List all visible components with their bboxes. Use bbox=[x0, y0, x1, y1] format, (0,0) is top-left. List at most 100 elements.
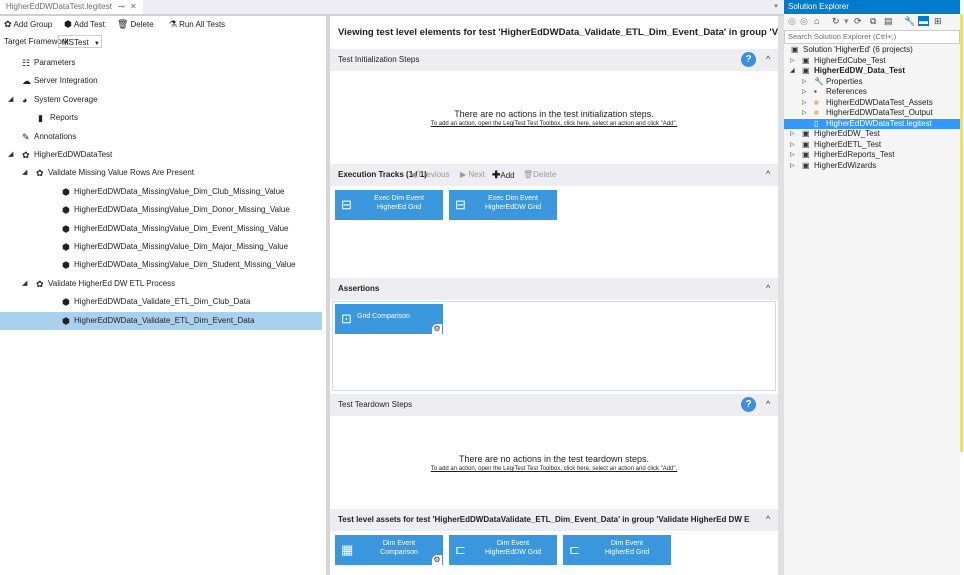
tree-item[interactable]: ◢ ✿ HigherEdDWDataTest bbox=[0, 146, 322, 164]
expand-arrow-icon[interactable]: ◢ bbox=[8, 146, 13, 164]
pin-icon[interactable]: ⊸ bbox=[118, 2, 125, 11]
teardown-empty-message[interactable]: There are no actions in the test teardow… bbox=[330, 454, 778, 472]
tree-item[interactable]: ⬢ HigherEdDWData_MissingValue_Dim_Major_M… bbox=[0, 238, 322, 256]
expand-arrow-icon[interactable]: ▷ bbox=[802, 77, 807, 87]
solution-tree-item[interactable]: ▷ ▣ HigherEdCube_Test bbox=[784, 56, 960, 66]
tree-item[interactable]: ▮ Reports bbox=[0, 109, 322, 127]
previous-button[interactable]: ◀ Previous bbox=[410, 170, 450, 179]
collapse-chevron-icon[interactable]: ^ bbox=[766, 399, 770, 409]
delete-track-button[interactable]: 🗑Delete bbox=[523, 170, 556, 179]
next-button[interactable]: ▶ Next bbox=[460, 170, 485, 179]
expand-arrow-icon[interactable]: ◢ bbox=[790, 66, 795, 76]
gear-icon[interactable]: ⚙ bbox=[432, 555, 442, 565]
back-icon[interactable]: ◎ bbox=[788, 16, 796, 27]
tree-item[interactable]: ⬢ HigherEdDWData_MissingValue_Dim_Donor_M… bbox=[0, 201, 322, 219]
home-icon[interactable]: ⌂ bbox=[814, 16, 819, 26]
tree-item[interactable]: ☁ Server Integration bbox=[0, 72, 322, 90]
tree-item-label: HigherEdDWData_Validate_ETL_Dim_Event_Da… bbox=[74, 315, 255, 325]
solution-tree-item-label: References bbox=[826, 87, 867, 96]
solution-tree-item[interactable]: ▣ Solution 'HigherEd' (6 projects) bbox=[784, 45, 960, 55]
asset-tile[interactable]: ⊏ Dim Event HigherEdDW Grid bbox=[449, 535, 557, 565]
teardown-section-label: Test Teardown Steps bbox=[338, 400, 413, 409]
delete-button[interactable]: 🗑 Delete bbox=[117, 18, 154, 31]
expand-arrow-icon[interactable]: ▷ bbox=[790, 56, 795, 66]
dropdown-icon[interactable]: ▾ bbox=[844, 16, 849, 27]
forward-icon[interactable]: ◎ bbox=[800, 16, 808, 27]
expand-arrow-icon[interactable]: ▷ bbox=[802, 87, 807, 97]
init-empty-link[interactable]: To add an action, open the LegiTest Test… bbox=[330, 121, 778, 127]
solution-tree-item[interactable]: ▷ ▣ HigherEdReports_Test bbox=[784, 150, 960, 160]
solution-tree-item-label: HigherEdDWDataTest_Assets bbox=[826, 97, 933, 107]
tile-label-line1: Dim Event bbox=[610, 540, 644, 547]
tree-item[interactable]: ◢ ✿ Validate Missing Value Rows Are Presen… bbox=[0, 164, 322, 182]
tree-item[interactable]: ◢ ✿ Validate HigherEd DW ETL Process bbox=[0, 275, 322, 293]
solution-tree-item[interactable]: ▷ 🔧 Properties bbox=[784, 77, 960, 87]
expand-arrow-icon[interactable]: ◢ bbox=[8, 91, 13, 109]
tree-item-label: HigherEdDWData_MissingValue_Dim_Event_Mi… bbox=[74, 223, 289, 233]
add-track-button[interactable]: ✚Add bbox=[492, 170, 515, 181]
file-icon: ▯ bbox=[814, 118, 819, 128]
annotations-icon: ✎ bbox=[22, 131, 30, 142]
gear-icon[interactable]: ⚙ bbox=[432, 324, 442, 334]
solution-tree-item[interactable]: ▷ ▪ References bbox=[784, 87, 960, 97]
solution-tree-item[interactable]: ▷ ■ HigherEdDWDataTest_Assets bbox=[784, 98, 960, 108]
help-icon[interactable]: ? bbox=[741, 52, 756, 67]
flask-icon: ⚗ bbox=[169, 19, 178, 29]
tree-item[interactable]: ⬢ HigherEdDWData_MissingValue_Dim_Club_Mi… bbox=[0, 183, 322, 201]
tree-item[interactable]: ⬢ HigherEdDWData_MissingValue_Dim_Student… bbox=[0, 256, 322, 274]
solution-tree-item[interactable]: ▷ ▣ HigherEdWizards bbox=[784, 161, 960, 171]
add-group-button[interactable]: ✿ Add Group bbox=[4, 18, 52, 31]
tree-item[interactable]: ⬢ HigherEdDWData_MissingValue_Dim_Event_M… bbox=[0, 220, 322, 238]
assertion-tile[interactable]: ⊡ Grid Comparison ⚙ bbox=[335, 304, 443, 334]
expand-arrow-icon[interactable]: ▷ bbox=[802, 108, 807, 118]
tab-dropdown-icon[interactable]: ▾ bbox=[770, 0, 782, 14]
solution-tree-item[interactable]: ▷ ▣ HigherEdDW_Test bbox=[784, 129, 960, 139]
solution-search-input[interactable]: Search Solution Explorer (Ctrl+;) bbox=[784, 30, 960, 44]
collapse-chevron-icon[interactable]: ^ bbox=[766, 169, 770, 179]
properties-icon[interactable]: 🔧 bbox=[904, 16, 915, 27]
run-all-tests-label: Run All Tests bbox=[179, 20, 226, 29]
expand-arrow-icon[interactable]: ▷ bbox=[802, 98, 807, 108]
expand-arrow-icon[interactable]: ◢ bbox=[22, 164, 27, 182]
init-empty-message[interactable]: There are no actions in the test initial… bbox=[330, 109, 778, 127]
group-icon: ✿ bbox=[22, 150, 30, 160]
solution-tree-item[interactable]: ▷ ■ HigherEdDWDataTest_Output bbox=[784, 108, 960, 118]
solution-tree-item[interactable]: ▷ ▣ HigherEdETL_Test bbox=[784, 140, 960, 150]
class-diagram-icon[interactable]: ⊞ bbox=[934, 16, 942, 27]
help-icon[interactable]: ? bbox=[741, 397, 756, 412]
solution-tree-item[interactable]: ▯ HigherEdDWDataTest.legitest bbox=[784, 118, 960, 129]
document-tab[interactable]: HigherEdDWDataTest.legitest ⊸ ✕ bbox=[0, 0, 143, 14]
expand-arrow-icon[interactable]: ▷ bbox=[790, 161, 795, 171]
asset-tile[interactable]: ▦ Dim Event Comparison ⚙ bbox=[335, 535, 443, 565]
solution-tree-item[interactable]: ◢ ▣ HigherEdDW_Data_Test bbox=[784, 66, 960, 76]
add-test-button[interactable]: ⬢ Add Test bbox=[64, 18, 105, 31]
tree-item[interactable]: ◢ ◕ System Coverage bbox=[0, 91, 322, 109]
tree-item[interactable]: ⬢ HigherEdDWData_Validate_ETL_Dim_Club_Da… bbox=[0, 293, 322, 311]
show-all-files-icon[interactable]: ▤ bbox=[884, 16, 893, 27]
init-section-header[interactable]: Test Initialization Steps ? ^ bbox=[330, 49, 778, 71]
expand-arrow-icon[interactable]: ▷ bbox=[790, 150, 795, 160]
test-icon: ⬢ bbox=[62, 205, 70, 216]
target-framework-select[interactable]: MSTest ▼ bbox=[58, 35, 102, 48]
collapse-chevron-icon[interactable]: ^ bbox=[766, 283, 770, 293]
tree-item[interactable]: ✎ Annotations bbox=[0, 128, 322, 146]
preview-icon[interactable]: ▬ bbox=[918, 16, 929, 26]
close-icon[interactable]: ✕ bbox=[130, 2, 137, 11]
teardown-empty-link[interactable]: To add an action, open the LegiTest Test… bbox=[330, 466, 778, 472]
tree-item[interactable]: ☷ Parameters bbox=[0, 54, 322, 72]
collapse-chevron-icon[interactable]: ^ bbox=[766, 54, 770, 64]
collapse-all-icon[interactable]: ⧉ bbox=[870, 16, 876, 27]
exec-tile[interactable]: ⊟ Exec Dim Event HigherEd Grid bbox=[335, 190, 443, 220]
sync-icon[interactable]: ↻ bbox=[832, 16, 840, 27]
refresh-icon[interactable]: ⟳ bbox=[854, 16, 862, 27]
tree-item[interactable]: ⬢ HigherEdDWData_Validate_ETL_Dim_Event_D… bbox=[0, 311, 322, 330]
teardown-section-header[interactable]: Test Teardown Steps ? ^ bbox=[330, 394, 778, 416]
expand-arrow-icon[interactable]: ▷ bbox=[790, 129, 795, 139]
expand-arrow-icon[interactable]: ▷ bbox=[790, 140, 795, 150]
run-all-tests-button[interactable]: ⚗ Run All Tests bbox=[169, 18, 225, 31]
expand-arrow-icon[interactable]: ◢ bbox=[22, 275, 27, 293]
exec-tile[interactable]: ⊟ Exec Dim Event HigherEdDW Grid bbox=[449, 190, 557, 220]
group-icon: ✿ bbox=[36, 278, 44, 289]
asset-tile[interactable]: ⊏ Dim Event HigherEd Grid bbox=[563, 535, 671, 565]
collapse-chevron-icon[interactable]: ^ bbox=[766, 514, 770, 524]
